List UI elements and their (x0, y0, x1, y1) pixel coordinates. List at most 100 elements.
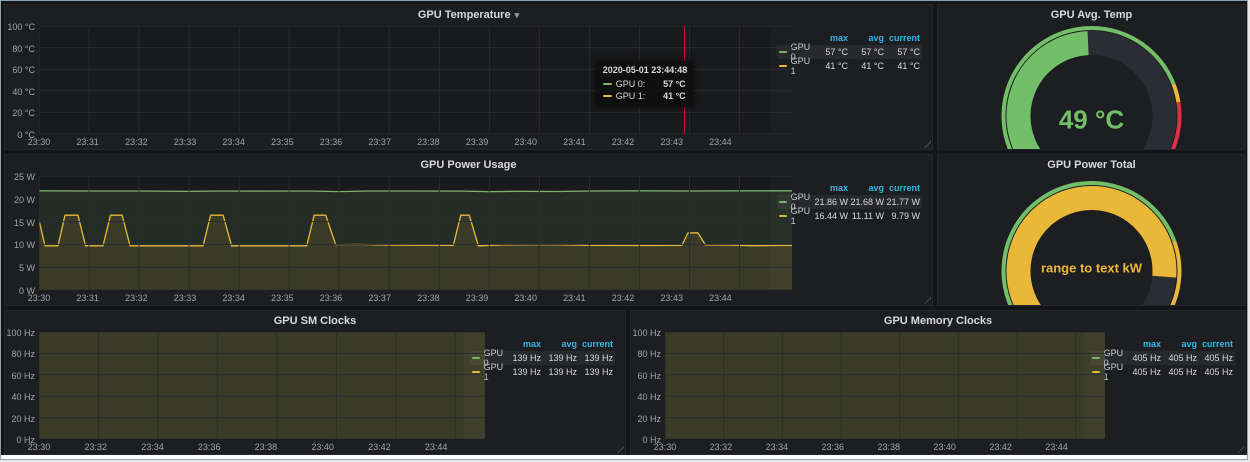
legend-stat-value: 405 Hz (1197, 367, 1233, 377)
series-swatch-icon (603, 83, 612, 85)
series-label: GPU 1 (484, 362, 505, 382)
panel-title-gpu-power-total[interactable]: GPU Power Total (938, 155, 1245, 174)
y-axis-temperature: 0 °C20 °C40 °C60 °C80 °C100 °C (7, 26, 39, 134)
panel-gpu-power-usage: GPU Power Usage 0 W5 W10 W15 W20 W25 W 2… (4, 154, 933, 306)
x-tick-label: 23:32 (710, 442, 733, 452)
x-tick-label: 23:39 (466, 293, 489, 303)
legend-stat-value: 405 Hz (1161, 353, 1197, 363)
panel-title-gpu-temperature[interactable]: GPU Temperature ▾ (5, 5, 932, 24)
plot-area-memory-clocks[interactable]: 23:3023:3223:3423:3623:3823:4023:4223:44 (665, 332, 1084, 439)
legend-stat-value: 139 Hz (541, 353, 577, 363)
legend-stat-value: 57 °C (848, 47, 884, 57)
x-tick-label: 23:33 (174, 293, 197, 303)
legend-header-current: current (1197, 339, 1233, 349)
x-tick-label: 23:33 (174, 137, 197, 147)
gauge-avg-temp: 49 °C (938, 24, 1245, 149)
plot-area-power[interactable]: 23:3023:3123:3223:3323:3423:3523:3623:37… (39, 176, 771, 290)
panel-title-gpu-power-usage[interactable]: GPU Power Usage (5, 155, 932, 174)
x-tick-label: 23:30 (28, 442, 51, 452)
panel-title-text: GPU Avg. Temp (1051, 9, 1133, 21)
x-tick-label: 23:44 (709, 137, 732, 147)
y-axis-memory-clocks: 0 Hz20 Hz40 Hz60 Hz80 Hz100 Hz (633, 332, 665, 439)
x-tick-label: 23:36 (320, 137, 343, 147)
chart-canvas (39, 176, 792, 290)
panel-title-text: GPU SM Clocks (274, 315, 357, 327)
plot-area-temperature[interactable]: 23:3023:3123:3223:3323:3423:3523:3623:37… (39, 26, 771, 134)
legend-row: GPU 1139 Hz139 Hz139 Hz (470, 365, 615, 379)
y-tick-label: 20 Hz (637, 414, 661, 424)
y-tick-label: 80 °C (12, 44, 35, 54)
legend-stat-value: 405 Hz (1197, 353, 1233, 363)
panel-resize-handle[interactable] (617, 446, 624, 453)
tooltip-series-value: 41 °C (663, 91, 686, 101)
x-tick-label: 23:30 (28, 137, 51, 147)
series-fill-offscale (665, 332, 1105, 439)
x-tick-label: 23:42 (612, 137, 635, 147)
legend-stat-value: 139 Hz (577, 367, 613, 377)
x-tick-label: 23:38 (255, 442, 278, 452)
panel-resize-handle[interactable] (924, 297, 931, 304)
y-tick-label: 40 Hz (637, 392, 661, 402)
panel-title-text: GPU Memory Clocks (884, 315, 992, 327)
series-swatch-icon (603, 95, 612, 97)
panel-resize-handle[interactable] (1237, 446, 1244, 453)
legend-stat-value: 139 Hz (505, 367, 541, 377)
panel-gpu-sm-clocks: GPU SM Clocks 0 Hz20 Hz40 Hz60 Hz80 Hz10… (4, 310, 626, 455)
tooltip-series-label: GPU 1: (616, 91, 646, 101)
y-tick-label: 100 °C (7, 22, 35, 32)
tooltip-series-row: GPU 0:57 °C (603, 78, 686, 90)
panel-gpu-avg-temp: GPU Avg. Temp 49 °C (937, 4, 1246, 150)
legend-row: GPU 1405 Hz405 Hz405 Hz (1090, 365, 1235, 379)
x-tick-label: 23:41 (563, 293, 586, 303)
panel-title-gpu-sm-clocks[interactable]: GPU SM Clocks (5, 311, 625, 330)
chart-canvas (665, 332, 1105, 439)
legend-stat-value: 41 °C (848, 61, 884, 71)
gauge-value-power-total: range to text kW (1041, 261, 1142, 276)
y-tick-label: 5 W (19, 263, 35, 273)
x-tick-label: 23:42 (612, 293, 635, 303)
x-tick-label: 23:40 (311, 442, 334, 452)
legend-stat-value: 16.44 W (812, 211, 848, 221)
x-tick-label: 23:44 (1045, 442, 1068, 452)
series-line (39, 191, 792, 192)
y-tick-label: 20 W (14, 195, 35, 205)
legend-stat-value: 405 Hz (1161, 367, 1197, 377)
y-axis-power: 0 W5 W10 W15 W20 W25 W (7, 176, 39, 290)
gauge-power-total: range to text kW (938, 174, 1245, 305)
x-tick-label: 23:37 (368, 293, 391, 303)
y-tick-label: 40 °C (12, 87, 35, 97)
x-tick-label: 23:31 (76, 137, 99, 147)
tooltip-series-label: GPU 0: (616, 79, 646, 89)
y-tick-label: 10 W (14, 240, 35, 250)
x-tick-label: 23:35 (271, 293, 294, 303)
legend-row: GPU 141 °C41 °C41 °C (777, 59, 922, 73)
x-tick-label: 23:40 (933, 442, 956, 452)
legend-sm-clocks: maxavgcurrentGPU 0139 Hz139 Hz139 HzGPU … (464, 332, 623, 439)
x-tick-label: 23:32 (125, 293, 148, 303)
tooltip-timestamp: 2020-05-01 23:44:48 (603, 65, 686, 75)
legend-stat-value: 21.86 W (812, 197, 848, 207)
browser-page: GPU Temperature ▾ 0 °C20 °C40 °C60 °C80 … (0, 0, 1248, 460)
legend-stat-value: 9.79 W (884, 211, 920, 221)
legend-stat-value: 21.77 W (884, 197, 920, 207)
panel-resize-handle[interactable] (924, 141, 931, 148)
grafana-dashboard: GPU Temperature ▾ 0 °C20 °C40 °C60 °C80 … (1, 1, 1248, 455)
panel-title-gpu-avg-temp[interactable]: GPU Avg. Temp (938, 5, 1245, 24)
x-tick-label: 23:43 (660, 293, 683, 303)
x-tick-label: 23:32 (125, 137, 148, 147)
x-tick-label: 23:37 (368, 137, 391, 147)
tooltip-series-row: GPU 1: 41 °C (603, 90, 686, 102)
y-tick-label: 100 Hz (632, 328, 661, 338)
x-tick-label: 23:32 (84, 442, 107, 452)
legend-header-avg: avg (541, 339, 577, 349)
panel-title-gpu-memory-clocks[interactable]: GPU Memory Clocks (631, 311, 1245, 330)
legend-stat-value: 139 Hz (541, 367, 577, 377)
plot-area-sm-clocks[interactable]: 23:3023:3223:3423:3623:3823:4023:4223:44 (39, 332, 464, 439)
legend-stat-value: 21.68 W (848, 197, 884, 207)
y-tick-label: 40 Hz (11, 392, 35, 402)
panel-title-text: GPU Temperature (418, 9, 511, 21)
x-tick-label: 23:40 (514, 293, 537, 303)
legend-power: maxavgcurrentGPU 021.86 W21.68 W21.77 WG… (771, 176, 930, 290)
legend-header-max: max (505, 339, 541, 349)
y-tick-label: 20 °C (12, 108, 35, 118)
